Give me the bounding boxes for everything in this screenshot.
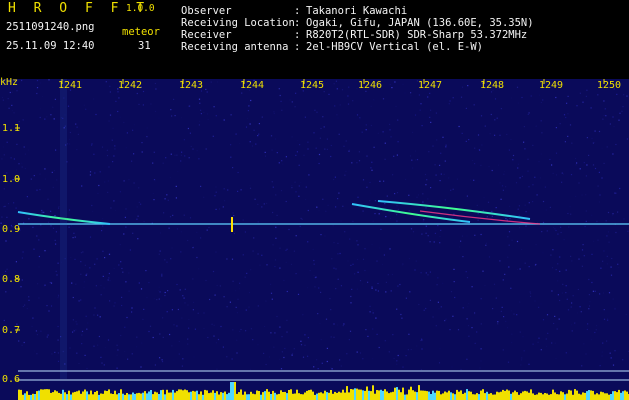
y-tick-0.8: 0.8: [2, 274, 21, 285]
x-tick-1246: 1246: [358, 80, 383, 91]
spectrogram-background: [0, 79, 629, 400]
faint-vertical-band: [60, 79, 67, 379]
location-separator: :: [294, 17, 301, 29]
y-tick-0.7: 0.7: [2, 325, 21, 336]
image-filename: 2511091240.png: [6, 21, 95, 33]
observer-key: Observer: [181, 5, 232, 17]
receiver-separator: :: [294, 29, 301, 41]
y-axis-unit: kHz: [0, 77, 19, 88]
antenna-key: Receiving antenna: [181, 41, 289, 53]
y-tick-0.6: 0.6: [2, 374, 21, 385]
y-tick-0.9: 0.9: [2, 224, 21, 235]
x-tick-1241: 1241: [58, 80, 83, 91]
app-version: 1.0.0: [126, 3, 155, 14]
location-key: Receiving Location: [181, 17, 295, 29]
antenna-value: 2el-HB9CV Vertical (el. E-W): [306, 41, 484, 53]
capture-datetime: 25.11.09 12:40: [6, 40, 95, 52]
meteor-count: 31: [138, 40, 151, 52]
x-tick-1243: 1243: [179, 80, 204, 91]
x-tick-1247: 1247: [418, 80, 443, 91]
spectrogram-canvas: [0, 79, 629, 400]
x-tick-1244: 1244: [240, 80, 265, 91]
location-value: Ogaki, Gifu, JAPAN (136.60E, 35.35N): [306, 17, 534, 29]
x-tick-1250: 1250: [597, 80, 622, 91]
x-tick-1242: 1242: [118, 80, 143, 91]
x-tick-1245: 1245: [300, 80, 325, 91]
x-tick-1248: 1248: [480, 80, 505, 91]
receiver-value: R820T2(RTL-SDR) SDR-Sharp 53.372MHz: [306, 29, 528, 41]
receiver-key: Receiver: [181, 29, 232, 41]
y-tick-1.1: 1.1: [2, 123, 21, 134]
antenna-separator: :: [294, 41, 301, 53]
x-tick-1249: 1249: [539, 80, 564, 91]
observer-separator: :: [294, 5, 301, 17]
y-tick-1.0: 1.0: [2, 174, 21, 185]
meteor-label: meteor: [122, 26, 160, 38]
observer-value: Takanori Kawachi: [306, 5, 408, 17]
